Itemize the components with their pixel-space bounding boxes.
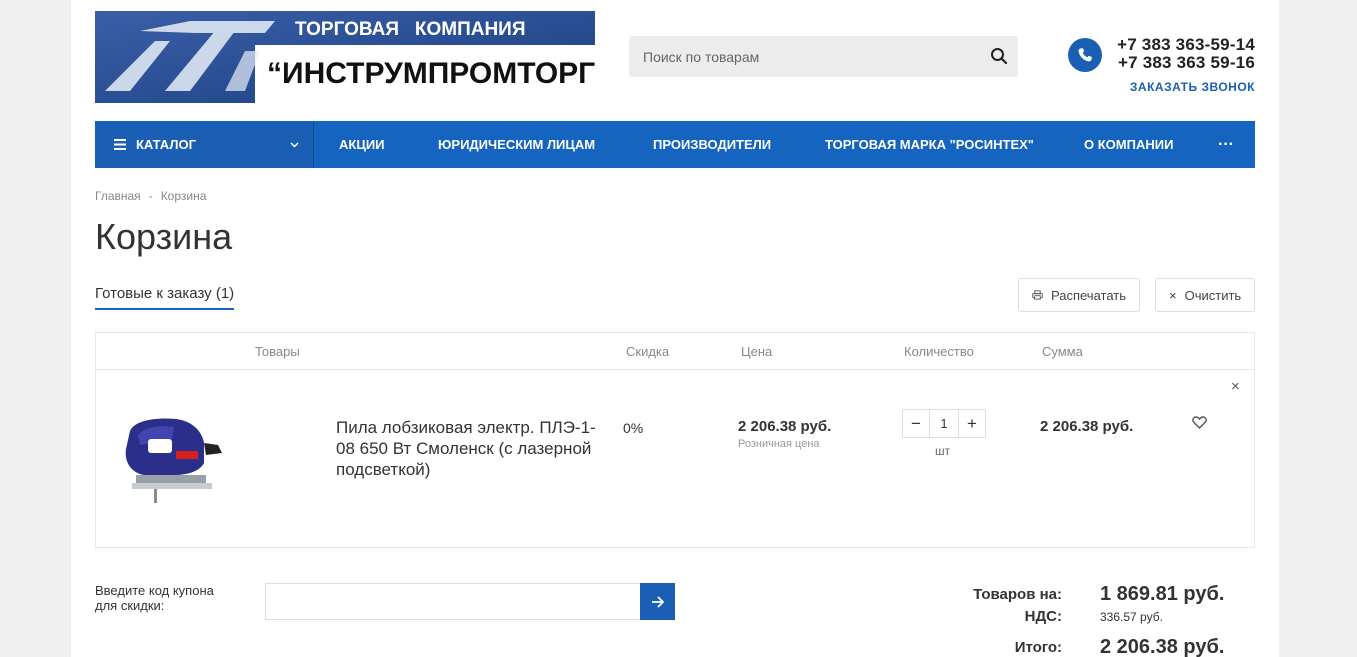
clear-button[interactable]: × Очистить	[1155, 278, 1255, 312]
goods-total-label: Товаров на:	[973, 586, 1062, 603]
product-discount: 0%	[623, 420, 644, 436]
search-icon[interactable]	[990, 47, 1008, 65]
company-logo[interactable]: ТОРГОВАЯ КОМПАНИЯ “ИНСТРУМПРОМТОРГ”	[95, 11, 595, 103]
price-type: Розничная цена	[738, 438, 820, 450]
breadcrumb: Главная - Корзина	[95, 189, 206, 203]
nav-item-brand-rosinteh[interactable]: ТОРГОВАЯ МАРКА "РОСИНТЕХ"	[825, 121, 1034, 168]
goods-total-value: 1 869.81 руб.	[1100, 583, 1225, 605]
tab-ready-to-order[interactable]: Готовые к заказу (1)	[95, 285, 235, 310]
product-image[interactable]	[114, 405, 226, 513]
nav-item-about[interactable]: О КОМПАНИИ	[1084, 121, 1173, 168]
svg-text:ТОРГОВАЯ КОМПАНИЯ: ТОРГОВАЯ КОМПАНИЯ	[295, 19, 526, 40]
header-sum: Сумма	[1042, 344, 1083, 359]
cart-table: Товары Скидка Цена Количество Сумма Пила…	[95, 332, 1255, 548]
header-quantity: Количество	[904, 344, 974, 359]
header-price: Цена	[741, 344, 773, 359]
coupon-label-line1: Введите код купона	[95, 583, 214, 598]
phone-number-2[interactable]: +7 383 363 59-16	[1118, 53, 1255, 73]
header-discount: Скидка	[626, 344, 670, 359]
coupon-input[interactable]	[265, 583, 641, 620]
nav-catalog-label: КАТАЛОГ	[136, 137, 196, 152]
callback-link[interactable]: ЗАКАЗАТЬ ЗВОНОК	[1130, 80, 1255, 94]
nav-item-manufacturers[interactable]: ПРОИЗВОДИТЕЛИ	[653, 121, 771, 168]
product-sum: 2 206.38 руб.	[1040, 418, 1134, 435]
grand-total-label: Итого:	[1014, 639, 1062, 656]
main-nav: КАТАЛОГ АКЦИИ ЮРИДИЧЕСКИМ ЛИЦАМ ПРОИЗВОД…	[95, 121, 1255, 168]
vat-label: НДС:	[1024, 608, 1062, 625]
phone-number-1[interactable]: +7 383 363-59-14	[1117, 35, 1255, 55]
product-price: 2 206.38 руб.	[738, 418, 832, 435]
coupon-label: Введите код купона для скидки:	[95, 583, 214, 613]
quantity-stepper: − 1 +	[902, 409, 986, 438]
nav-item-legal-entities[interactable]: ЮРИДИЧЕСКИМ ЛИЦАМ	[438, 121, 595, 168]
menu-icon	[114, 139, 126, 150]
breadcrumb-current: Корзина	[160, 189, 207, 203]
quantity-decrease-button[interactable]: −	[903, 410, 929, 437]
table-header: Товары Скидка Цена Количество Сумма	[96, 333, 1254, 370]
svg-text:“ИНСТРУМПРОМТОРГ”: “ИНСТРУМПРОМТОРГ”	[267, 57, 595, 90]
vat-value: 336.57 руб.	[1100, 610, 1163, 624]
coupon-label-line2: для скидки:	[95, 598, 165, 613]
coupon-apply-button[interactable]	[640, 583, 675, 620]
breadcrumb-home[interactable]: Главная	[95, 189, 141, 203]
header-goods: Товары	[255, 344, 300, 359]
remove-item-icon[interactable]: ×	[1231, 378, 1240, 395]
printer-icon	[1032, 290, 1043, 300]
chevron-down-icon	[290, 142, 299, 148]
quantity-increase-button[interactable]: +	[959, 410, 985, 437]
product-name[interactable]: Пила лобзиковая электр. ПЛЭ-1-08 650 Вт …	[336, 417, 606, 480]
arrow-right-icon	[651, 595, 664, 608]
page-title: Корзина	[95, 216, 233, 257]
grand-total-value: 2 206.38 руб.	[1100, 636, 1225, 657]
clear-button-label: Очистить	[1184, 287, 1242, 303]
nav-catalog-button[interactable]: КАТАЛОГ	[95, 121, 314, 168]
close-icon: ×	[1169, 287, 1177, 303]
phone-icon[interactable]	[1068, 38, 1102, 72]
search-input[interactable]	[629, 36, 974, 77]
print-button[interactable]: Распечатать	[1018, 278, 1140, 312]
search-box	[629, 36, 1018, 77]
quantity-input[interactable]: 1	[929, 410, 959, 437]
more-icon[interactable]: ···	[1218, 121, 1234, 168]
heart-icon[interactable]	[1192, 416, 1207, 429]
print-button-label: Распечатать	[1050, 287, 1126, 303]
page: ТОРГОВАЯ КОМПАНИЯ “ИНСТРУМПРОМТОРГ” +7 3…	[71, 0, 1279, 657]
quantity-unit: шт	[935, 444, 951, 458]
breadcrumb-separator: -	[148, 189, 153, 203]
nav-item-promotions[interactable]: АКЦИИ	[339, 121, 385, 168]
